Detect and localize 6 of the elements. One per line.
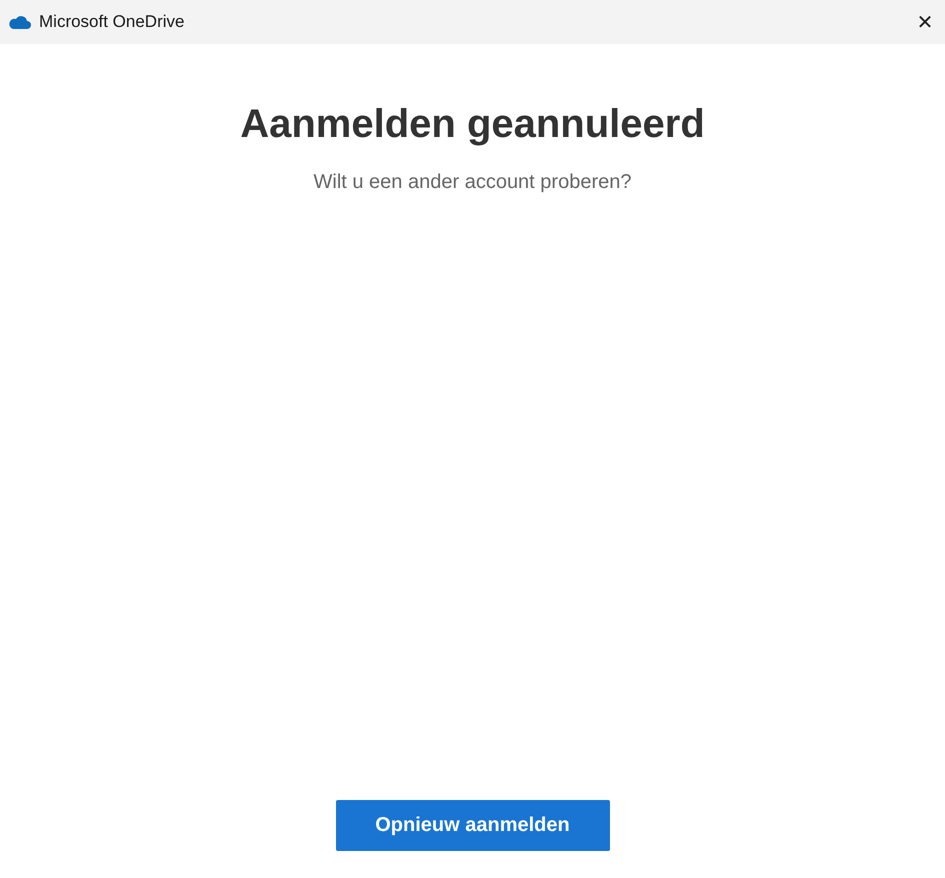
cloud-icon [7,14,31,30]
close-button[interactable]: ✕ [905,0,945,44]
heading: Aanmelden geannuleerd [240,102,705,147]
sign-in-button[interactable]: Opnieuw aanmelden [336,800,610,851]
window-title: Microsoft OneDrive [39,12,186,32]
subtitle: Wilt u een ander account proberen? [314,171,632,194]
